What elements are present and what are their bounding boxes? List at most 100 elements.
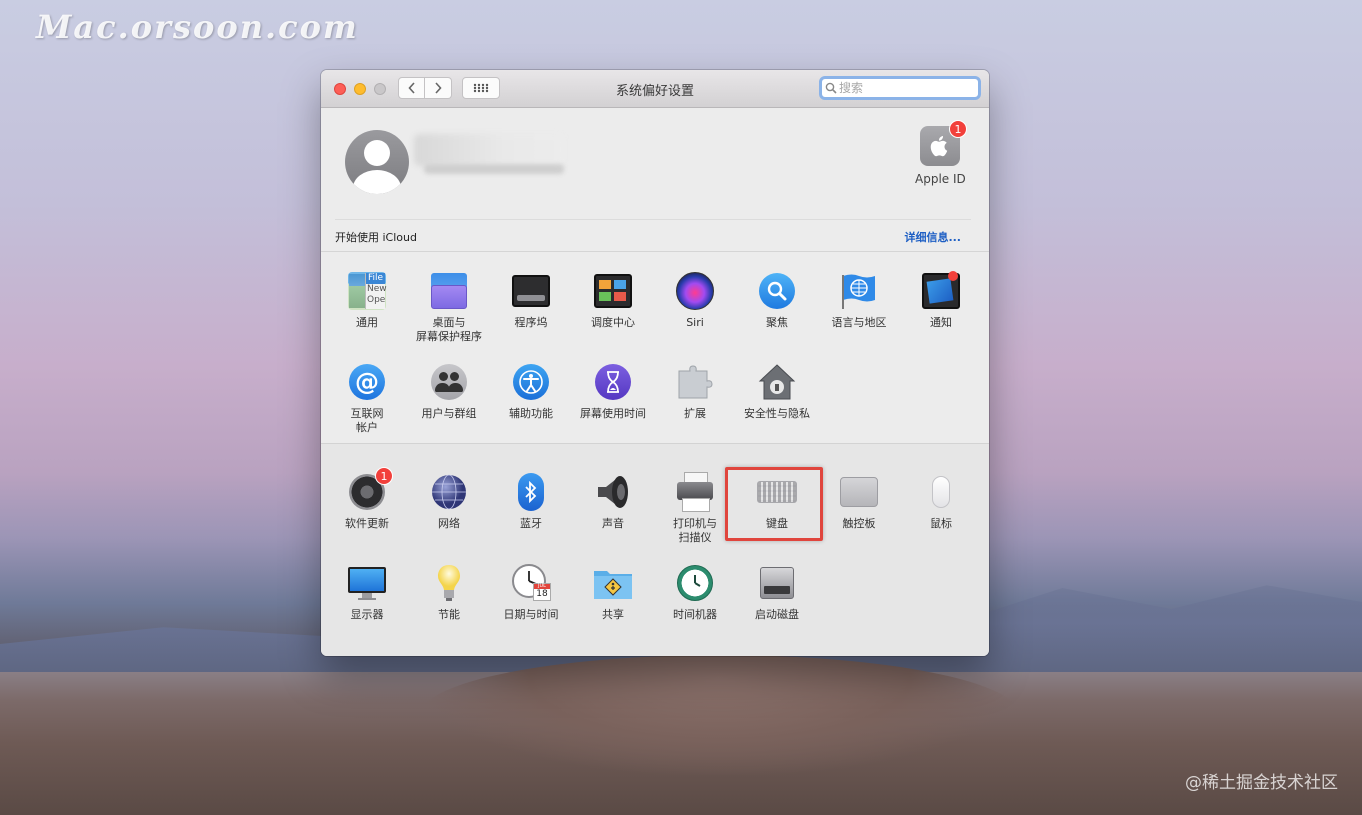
pane-language-region[interactable]: 语言与地区 — [819, 271, 899, 330]
pane-network[interactable]: 网络 — [409, 472, 489, 531]
date-time-icon: JUL 18 — [511, 563, 551, 603]
pane-bluetooth[interactable]: 蓝牙 — [491, 472, 571, 531]
printers-scanners-icon — [675, 472, 715, 512]
pane-general[interactable]: File New Ope 通用 — [327, 271, 407, 330]
trackpad-icon — [839, 472, 879, 512]
pane-label: 软件更新 — [345, 517, 389, 530]
search-field[interactable] — [819, 76, 981, 100]
icloud-prompt: 开始使用 iCloud — [335, 231, 417, 244]
pane-displays[interactable]: 显示器 — [327, 563, 407, 622]
pane-label: 辅助功能 — [509, 407, 553, 420]
apple-id-badge: 1 — [949, 120, 967, 138]
calendar-day: 18 — [536, 589, 548, 599]
pane-internet-accounts[interactable]: @ 互联网 帐户 — [327, 362, 407, 435]
pane-label: 桌面与 屏幕保护程序 — [416, 316, 482, 343]
pane-label: 通知 — [930, 316, 952, 329]
pane-label: 用户与群组 — [421, 407, 477, 420]
pane-mouse[interactable]: 鼠标 — [901, 472, 981, 531]
apple-logo-icon — [930, 136, 948, 157]
pane-label: 聚焦 — [766, 316, 788, 329]
startup-disk-icon — [757, 563, 797, 603]
account-section: 1 Apple ID 开始使用 iCloud 详细信息... — [321, 108, 989, 250]
notifications-icon — [921, 271, 961, 311]
pane-trackpad[interactable]: 触控板 — [819, 472, 899, 531]
pane-label: 触控板 — [842, 517, 876, 530]
pane-printers-scanners[interactable]: 打印机与 扫描仪 — [655, 472, 735, 545]
pane-sound[interactable]: 声音 — [573, 472, 653, 531]
pane-notifications[interactable]: 通知 — [901, 271, 981, 330]
sound-icon — [593, 472, 633, 512]
speaker-icon — [598, 476, 628, 508]
pane-label: 显示器 — [350, 608, 384, 621]
system-preferences-window: 系统偏好设置 1 Apple ID 开始使用 iCloud 详细信息... — [321, 70, 989, 656]
keyboard-highlight-box — [725, 467, 823, 541]
pane-label: 互联网 帐户 — [350, 407, 384, 434]
pane-label: 安全性与隐私 — [744, 407, 810, 420]
pane-mission-control[interactable]: 调度中心 — [573, 271, 653, 330]
pane-label: 日期与时间 — [503, 608, 559, 621]
background-mound — [420, 655, 1020, 775]
details-link[interactable]: 详细信息... — [904, 229, 961, 245]
pane-label: 声音 — [602, 517, 624, 530]
pane-sharing[interactable]: 共享 — [573, 563, 653, 622]
mission-control-icon — [593, 271, 633, 311]
displays-icon — [347, 563, 387, 603]
light-bulb-icon — [438, 565, 460, 601]
pane-startup-disk[interactable]: 启动磁盘 — [737, 563, 817, 622]
language-region-icon — [839, 271, 879, 311]
network-icon — [429, 472, 469, 512]
pane-date-time[interactable]: JUL 18 日期与时间 — [491, 563, 571, 622]
flag-globe-icon — [842, 274, 875, 309]
pane-label: 程序坞 — [514, 316, 548, 329]
pane-extensions[interactable]: 扩展 — [655, 362, 735, 421]
title-bar[interactable]: 系统偏好设置 — [321, 70, 989, 108]
pane-label: 调度中心 — [591, 316, 635, 329]
accessibility-icon — [511, 362, 551, 402]
pane-screen-time[interactable]: 屏幕使用时间 — [573, 362, 653, 421]
users-groups-icon — [429, 362, 469, 402]
pane-dock[interactable]: 程序坞 — [491, 271, 571, 330]
pane-label: 鼠标 — [930, 517, 952, 530]
puzzle-piece-icon — [678, 365, 713, 399]
pane-label: 打印机与 扫描仪 — [673, 517, 717, 544]
search-input[interactable] — [837, 81, 969, 95]
pane-label: 网络 — [438, 517, 460, 530]
watermark: Mac.orsoon.com — [36, 8, 359, 46]
pane-label: Siri — [686, 316, 704, 329]
house-lock-icon — [758, 364, 796, 400]
apple-id-pane[interactable]: 1 Apple ID — [915, 120, 967, 186]
pane-desktop-screensaver[interactable]: 桌面与 屏幕保护程序 — [409, 271, 489, 344]
person-icon — [519, 370, 543, 394]
pane-label: 扩展 — [684, 407, 706, 420]
pane-energy-saver[interactable]: 节能 — [409, 563, 489, 622]
pane-time-machine[interactable]: 时间机器 — [655, 563, 735, 622]
redacted-account-email — [424, 164, 564, 174]
pane-label: 共享 — [602, 608, 624, 621]
pane-users-groups[interactable]: 用户与群组 — [409, 362, 489, 421]
magnifier-icon — [767, 281, 787, 301]
redacted-account-name — [414, 134, 564, 166]
search-icon — [825, 82, 837, 94]
mouse-icon — [921, 472, 961, 512]
avatar[interactable] — [345, 130, 409, 194]
general-icon-text-3: Ope — [367, 295, 386, 305]
pane-label: 通用 — [356, 316, 378, 329]
hardware-panes-section: 1 软件更新 网络 蓝牙 声音 打印机与 扫描仪 键盘 触控板 鼠标 显示器 节… — [321, 443, 989, 656]
hourglass-icon — [607, 371, 619, 393]
pane-siri[interactable]: Siri — [655, 271, 735, 330]
folder-sharing-icon — [594, 571, 632, 599]
apple-id-icon: 1 — [920, 120, 967, 166]
pane-security-privacy[interactable]: 安全性与隐私 — [737, 362, 817, 421]
sharing-icon — [593, 563, 633, 603]
clock-arrow-icon — [694, 575, 701, 587]
pane-label: 语言与地区 — [831, 316, 887, 329]
spotlight-icon — [757, 271, 797, 311]
pane-spotlight[interactable]: 聚焦 — [737, 271, 817, 330]
pane-accessibility[interactable]: 辅助功能 — [491, 362, 571, 421]
pane-software-update[interactable]: 1 软件更新 — [327, 467, 407, 531]
globe-icon — [432, 474, 466, 510]
pane-label: 节能 — [438, 608, 460, 621]
pane-label: 屏幕使用时间 — [580, 407, 646, 420]
general-icon-text-2: New — [367, 284, 387, 294]
time-machine-icon — [675, 563, 715, 603]
